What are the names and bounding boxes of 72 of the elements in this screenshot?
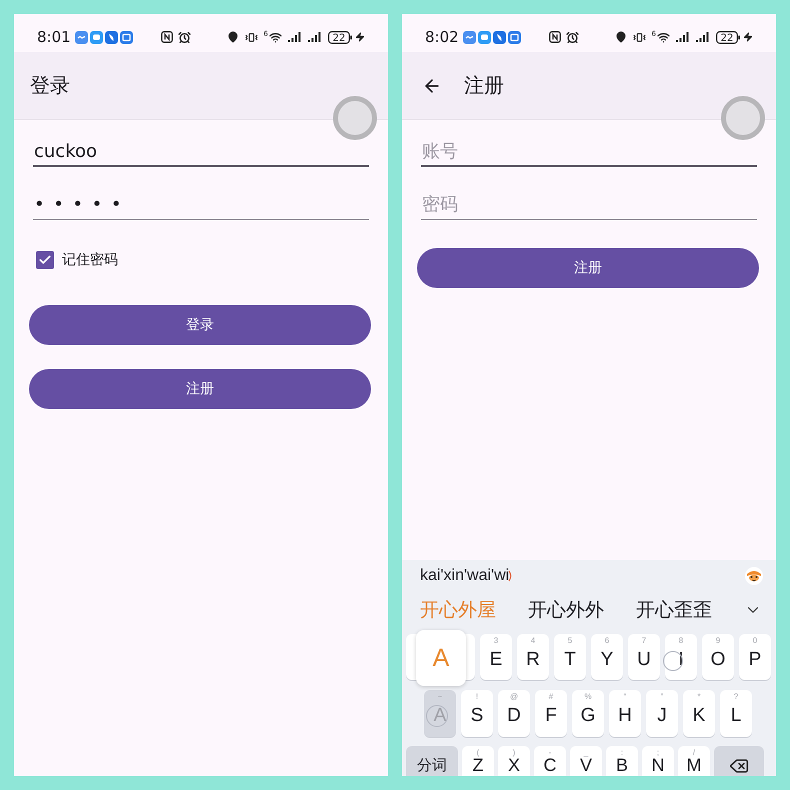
keyboard-key[interactable]: ( Z bbox=[462, 746, 494, 776]
keyboard-key[interactable]: 3 E bbox=[480, 634, 512, 680]
keyboard-key[interactable]: ” J bbox=[646, 690, 678, 737]
backspace-key[interactable] bbox=[714, 746, 764, 776]
signal-icon bbox=[676, 32, 690, 42]
app-notification-icon bbox=[478, 30, 491, 44]
keyboard-key[interactable]: ; N bbox=[642, 746, 674, 776]
status-time: 8:01 bbox=[37, 28, 71, 46]
signal-icon bbox=[696, 32, 710, 42]
status-time: 8:02 bbox=[425, 28, 459, 46]
input-field[interactable]: ••••• bbox=[33, 190, 369, 220]
keyboard-key[interactable]: ! S bbox=[461, 690, 493, 737]
keyboard-key[interactable]: / M bbox=[678, 746, 710, 776]
keyboard-key[interactable]: * K bbox=[683, 690, 715, 737]
keyboard-key[interactable]: _ V bbox=[570, 746, 602, 776]
cartoon-face-icon[interactable] bbox=[745, 567, 763, 585]
signal-icon bbox=[288, 32, 302, 42]
touch-indicator-icon bbox=[663, 651, 683, 671]
keyboard-key[interactable]: 4 R bbox=[517, 634, 549, 680]
vibrate-icon bbox=[632, 30, 646, 44]
keyboard-key[interactable]: : B bbox=[606, 746, 638, 776]
alarm-icon bbox=[566, 30, 579, 44]
wifi-icon bbox=[657, 30, 670, 44]
action-button[interactable]: 注册 bbox=[417, 248, 759, 288]
app-notification-icon bbox=[492, 30, 506, 44]
keyboard-key[interactable]: 0 P bbox=[739, 634, 771, 680]
keyboard-key[interactable]: % G bbox=[572, 690, 604, 737]
input-field[interactable]: 密码 bbox=[421, 190, 757, 220]
text-cursor-icon bbox=[508, 570, 514, 582]
app-notification-icon bbox=[462, 30, 476, 44]
keyboard-key[interactable]: 5 T bbox=[554, 634, 586, 680]
alarm-icon bbox=[178, 30, 191, 44]
keyboard-key[interactable]: 7 U bbox=[628, 634, 660, 680]
keyboard-key[interactable]: ) X bbox=[498, 746, 530, 776]
checkbox-label: 记住密码 bbox=[62, 251, 118, 269]
location-icon bbox=[226, 31, 239, 43]
battery-indicator: 22 bbox=[716, 30, 740, 44]
check-icon bbox=[38, 253, 52, 267]
wifi-icon bbox=[269, 30, 282, 44]
nfc-icon bbox=[160, 31, 173, 43]
keyboard-key[interactable]: - C bbox=[534, 746, 566, 776]
keyboard-key[interactable]: “ H bbox=[609, 690, 641, 737]
app-notification-icon bbox=[120, 30, 133, 44]
screen-title: 注册 bbox=[464, 72, 504, 99]
candidate-word[interactable]: 开心歪歪 bbox=[636, 597, 712, 623]
candidate-word[interactable]: 开心外外 bbox=[528, 597, 604, 623]
charging-icon bbox=[355, 32, 365, 42]
location-icon bbox=[614, 31, 627, 43]
keyboard-key[interactable]: 6 Y bbox=[591, 634, 623, 680]
app-notification-icon bbox=[508, 30, 521, 44]
keyboard-key[interactable]: @ D bbox=[498, 690, 530, 737]
nfc-icon bbox=[548, 31, 561, 43]
action-button[interactable]: 登录 bbox=[29, 305, 371, 345]
battery-indicator: 22 bbox=[328, 30, 352, 44]
app-notification-icon bbox=[104, 30, 118, 44]
pinyin-composition: kai'xin'wai'wi bbox=[420, 567, 510, 585]
keyboard-key[interactable]: 9 O bbox=[702, 634, 734, 680]
input-field[interactable]: cuckoo bbox=[33, 137, 369, 167]
action-button[interactable]: 注册 bbox=[29, 369, 371, 409]
keyboard-key[interactable]: # F bbox=[535, 690, 567, 737]
screen-title: 登录 bbox=[30, 72, 70, 99]
app-notification-icon bbox=[90, 30, 103, 44]
charging-icon bbox=[743, 32, 753, 42]
signal-icon bbox=[308, 32, 322, 42]
keyboard-key[interactable]: 分词 bbox=[406, 746, 458, 776]
key-preview-popup: A bbox=[416, 630, 466, 686]
keyboard-key[interactable]: ? L bbox=[720, 690, 752, 737]
app-notification-icon bbox=[74, 30, 88, 44]
vibrate-icon bbox=[244, 30, 258, 44]
checkbox[interactable] bbox=[36, 251, 54, 269]
touch-indicator-icon bbox=[426, 705, 448, 727]
input-field[interactable]: 账号 bbox=[421, 137, 757, 167]
